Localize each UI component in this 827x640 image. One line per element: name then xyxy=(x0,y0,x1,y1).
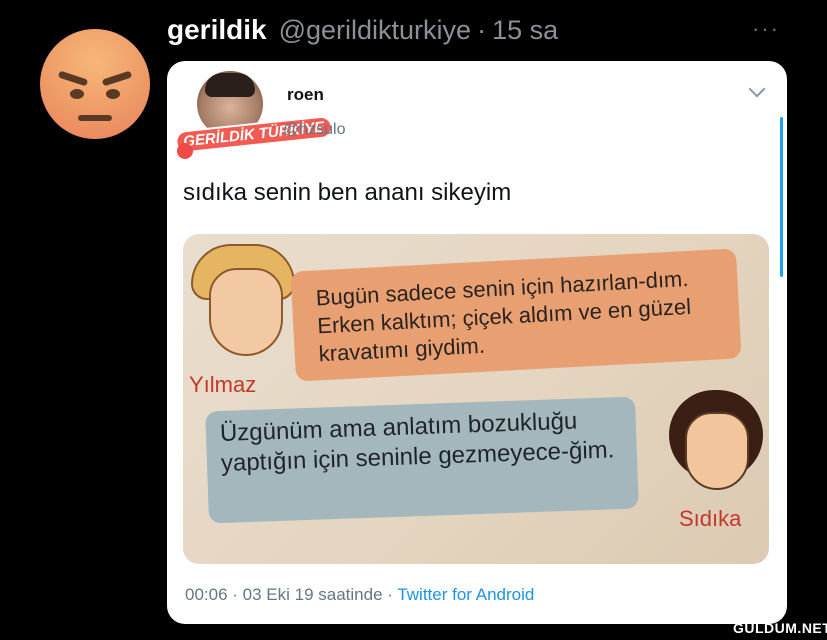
logo-angry-face-icon xyxy=(177,143,193,159)
angry-brow-left xyxy=(57,70,89,87)
sidika-face xyxy=(669,390,763,502)
embedded-timestamp: 00:06 · 03 Eki 19 saatinde · xyxy=(185,585,398,604)
yilmaz-label: Yılmaz xyxy=(189,372,257,397)
embedded-author-handle: @hzsulo xyxy=(283,121,346,138)
angry-brow-right xyxy=(101,70,133,87)
tweet-time[interactable]: 15 sa xyxy=(492,15,558,46)
embedded-author-name: roen xyxy=(287,85,324,104)
scroll-indicator xyxy=(780,117,783,277)
speech-bubble-sidika-text: Üzgünüm ama anlatım bozukluğu yaptığın i… xyxy=(219,407,615,478)
separator-dot: · xyxy=(477,14,487,45)
author-name[interactable]: gerildik xyxy=(167,14,267,46)
yilmaz-skin xyxy=(209,268,283,356)
angry-eye-left xyxy=(70,89,84,99)
comic-image: Yılmaz Bugün sadece senin için hazırlan-… xyxy=(183,234,769,564)
speech-bubble-sidika: Üzgünüm ama anlatım bozukluğu yaptığın i… xyxy=(205,396,639,524)
sidika-skin xyxy=(685,412,749,490)
speech-bubble-yilmaz-text: Bugün sadece senin için hazırlan-dım. Er… xyxy=(315,265,692,367)
watermark: GÜLDUM.NET xyxy=(733,620,827,636)
embedded-tweet-image[interactable]: GERİLDİK TÜRKİYE roen @hzsulo sıdıka sen… xyxy=(167,61,787,624)
author-handle[interactable]: @gerildikturkiye xyxy=(279,15,471,46)
angry-mouth xyxy=(78,115,112,121)
angry-face-avatar[interactable] xyxy=(40,29,150,139)
embedded-meta: 00:06 · 03 Eki 19 saatinde · Twitter for… xyxy=(185,585,534,605)
sidika-label: Sıdıka xyxy=(679,506,742,531)
chevron-down-icon xyxy=(748,80,766,98)
yilmaz-face xyxy=(191,244,295,356)
embedded-tweet-text: sıdıka senin ben ananı sikeyim xyxy=(183,179,512,206)
more-options-icon[interactable]: ··· xyxy=(752,16,780,42)
angry-eye-right xyxy=(106,89,120,99)
client-app-link[interactable]: Twitter for Android xyxy=(397,585,534,604)
tweet-header: gerildik @gerildikturkiye · 15 sa xyxy=(167,13,558,47)
speech-bubble-yilmaz: Bugün sadece senin için hazırlan-dım. Er… xyxy=(290,248,742,382)
